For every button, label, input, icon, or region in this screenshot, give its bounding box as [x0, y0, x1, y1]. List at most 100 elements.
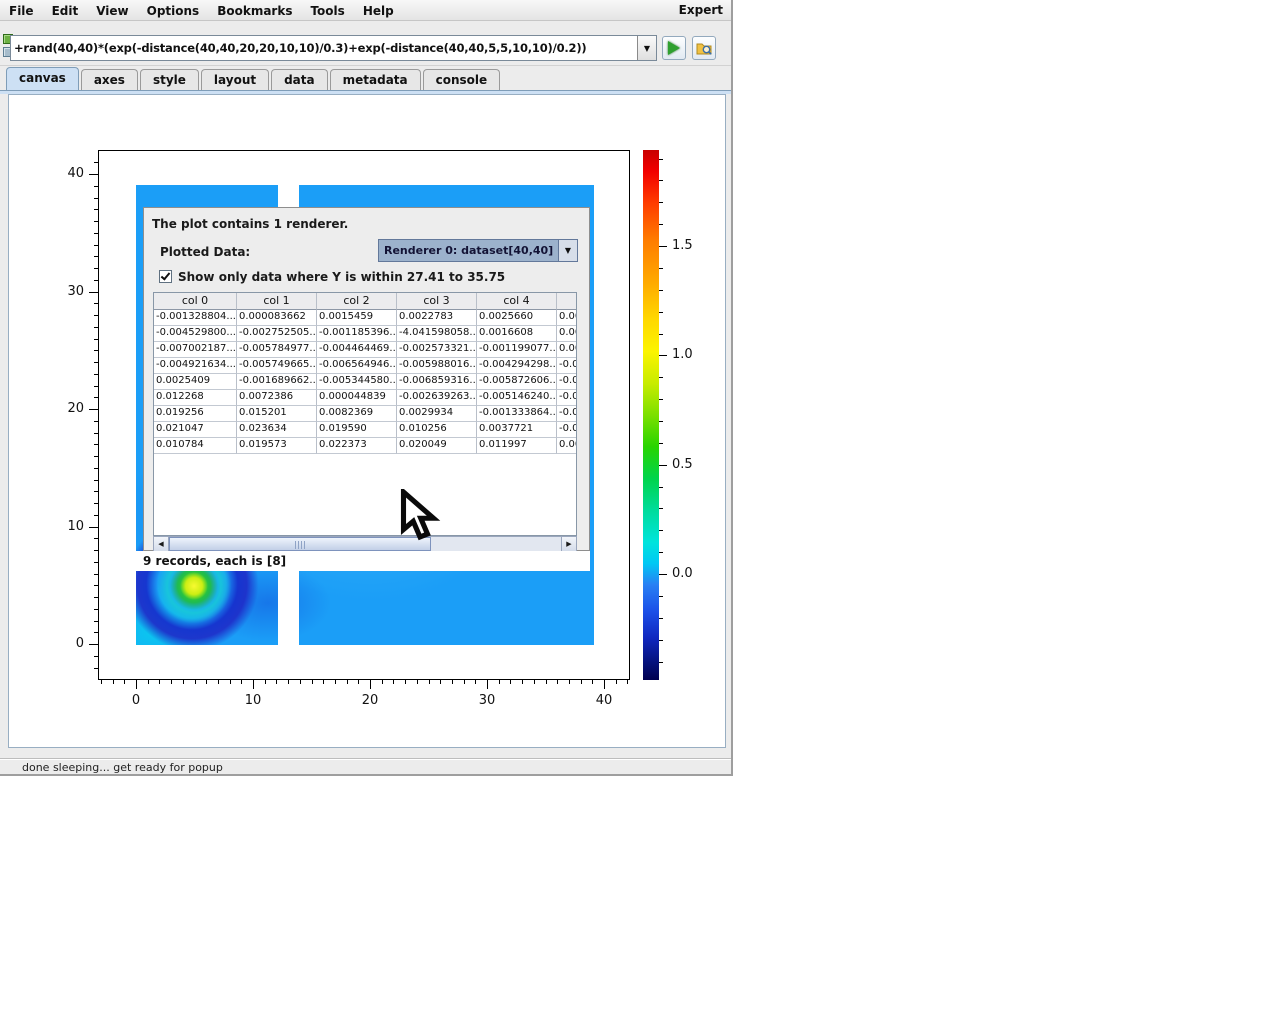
table-row[interactable]: -0.004529800...-0.002752505...-0.0011853… — [154, 326, 576, 342]
table-cell: 0.0072386 — [237, 390, 317, 406]
data-table[interactable]: col 0col 1col 2col 3col 4 -0.001328804..… — [153, 292, 577, 536]
uri-input[interactable] — [11, 36, 637, 60]
menu-file[interactable]: File — [0, 1, 43, 22]
column-header[interactable]: col 2 — [317, 293, 397, 310]
column-header[interactable]: col 4 — [477, 293, 557, 310]
table-row[interactable]: -0.007002187...-0.005784977...-0.0044644… — [154, 342, 576, 358]
menu-bookmarks[interactable]: Bookmarks — [208, 1, 301, 22]
plotted-data-label: Plotted Data: — [160, 245, 250, 259]
table-row[interactable]: 0.0122680.00723860.000044839-0.002639263… — [154, 390, 576, 406]
menu-tools[interactable]: Tools — [301, 1, 353, 22]
colorbar[interactable] — [643, 150, 659, 680]
menu-bar: FileEditViewOptionsBookmarksToolsHelp Ex… — [0, 0, 733, 21]
scroll-left-button[interactable]: ◀ — [154, 537, 169, 551]
table-cell: -0.004529800... — [154, 326, 237, 342]
uri-dropdown-button[interactable]: ▼ — [637, 36, 656, 60]
combo-arrow-button[interactable]: ▼ — [558, 240, 577, 261]
table-cell: -0.0 — [557, 406, 577, 422]
table-cell: 0.011997 — [477, 438, 557, 454]
table-cell: -0.001199077... — [477, 342, 557, 358]
window-edge-bottom — [0, 774, 733, 776]
table-cell: 0.0025409 — [154, 374, 237, 390]
table-cell: -0.005749665... — [237, 358, 317, 374]
table-cell: 0.019590 — [317, 422, 397, 438]
table-cell: 0.023634 — [237, 422, 317, 438]
table-row[interactable]: -0.001328804...0.0000836620.00154590.002… — [154, 310, 576, 326]
menu-items: FileEditViewOptionsBookmarksToolsHelp — [0, 0, 403, 19]
column-header[interactable] — [557, 293, 577, 310]
scrollbar-grip-icon — [295, 541, 305, 549]
chevron-down-icon: ▼ — [565, 246, 571, 255]
table-cell: -0.0 — [557, 358, 577, 374]
table-cell: -0.004921634... — [154, 358, 237, 374]
tab-canvas[interactable]: canvas — [6, 67, 79, 90]
table-cell: -0.005872606... — [477, 374, 557, 390]
play-icon — [668, 41, 680, 55]
table-cell: -0.005344580... — [317, 374, 397, 390]
uri-combo-box: ▼ — [10, 35, 657, 61]
table-cell: 0.0029934 — [397, 406, 477, 422]
horizontal-scrollbar[interactable]: ◀ ▶ — [153, 536, 577, 552]
chevron-down-icon: ▼ — [644, 44, 650, 53]
records-summary: 9 records, each is [8] — [136, 551, 590, 571]
table-cell: 0.020049 — [397, 438, 477, 454]
expert-mode-label[interactable]: Expert — [679, 3, 723, 17]
table-header-row: col 0col 1col 2col 3col 4 — [154, 293, 576, 310]
table-cell: -0.006564946... — [317, 358, 397, 374]
table-row[interactable]: 0.0025409-0.001689662...-0.005344580...-… — [154, 374, 576, 390]
table-cell: -0.006859316... — [397, 374, 477, 390]
table-cell: 0.0037721 — [477, 422, 557, 438]
table-cell: -0.001185396... — [317, 326, 397, 342]
table-cell: -0.007002187... — [154, 342, 237, 358]
column-header[interactable]: col 0 — [154, 293, 237, 310]
uri-toolbar: ▼ — [0, 21, 733, 66]
menu-options[interactable]: Options — [138, 1, 209, 22]
go-button[interactable] — [662, 36, 686, 60]
table-cell: 0.021047 — [154, 422, 237, 438]
triangle-right-icon: ▶ — [566, 540, 571, 548]
tab-axes[interactable]: axes — [81, 69, 138, 90]
table-cell: -0.004464469... — [317, 342, 397, 358]
inspect-uri-button[interactable] — [692, 36, 716, 60]
status-gap — [0, 748, 733, 758]
table-row[interactable]: 0.0107840.0195730.0223730.0200490.011997… — [154, 438, 576, 454]
table-cell: 0.0015459 — [317, 310, 397, 326]
table-row[interactable]: -0.004921634...-0.005749665...-0.0065649… — [154, 358, 576, 374]
table-cell: 0.019573 — [237, 438, 317, 454]
filter-checkbox[interactable] — [159, 270, 172, 283]
tab-console[interactable]: console — [423, 69, 501, 90]
table-cell: -0.001333864... — [477, 406, 557, 422]
menu-edit[interactable]: Edit — [43, 1, 88, 22]
column-header[interactable]: col 3 — [397, 293, 477, 310]
table-cell: 0.0025660 — [477, 310, 557, 326]
scrollbar-thumb[interactable] — [169, 537, 431, 551]
table-row[interactable]: 0.0210470.0236340.0195900.0102560.003772… — [154, 422, 576, 438]
mouse-cursor — [399, 489, 441, 553]
table-cell: 0.00 — [557, 310, 577, 326]
checkmark-icon — [161, 270, 171, 280]
tab-style[interactable]: style — [140, 69, 199, 90]
table-cell: 0.015201 — [237, 406, 317, 422]
table-row[interactable]: 0.0192560.0152010.00823690.0029934-0.001… — [154, 406, 576, 422]
window-edge-right — [731, 0, 733, 776]
table-cell: -0.0 — [557, 390, 577, 406]
scroll-right-button[interactable]: ▶ — [561, 537, 576, 551]
table-body: -0.001328804...0.0000836620.00154590.002… — [154, 310, 576, 454]
table-cell: -0.001328804... — [154, 310, 237, 326]
tab-layout[interactable]: layout — [201, 69, 269, 90]
table-cell: -0.002639263... — [397, 390, 477, 406]
status-text: done sleeping... get ready for popup — [22, 761, 223, 774]
table-cell: -0.004294298... — [477, 358, 557, 374]
table-cell: 0.00 — [557, 438, 577, 454]
table-cell: -0.005784977... — [237, 342, 317, 358]
menu-view[interactable]: View — [87, 1, 137, 22]
column-header[interactable]: col 1 — [237, 293, 317, 310]
tab-data[interactable]: data — [271, 69, 328, 90]
table-cell: 0.019256 — [154, 406, 237, 422]
table-cell: -0.005146240... — [477, 390, 557, 406]
menu-help[interactable]: Help — [354, 1, 403, 22]
plotted-data-popup: The plot contains 1 renderer. Plotted Da… — [143, 207, 590, 551]
tab-metadata[interactable]: metadata — [330, 69, 421, 90]
renderer-select[interactable]: Renderer 0: dataset[40,40] (dimension...… — [378, 239, 578, 262]
filter-checkbox-label: Show only data where Y is within 27.41 t… — [178, 270, 505, 284]
